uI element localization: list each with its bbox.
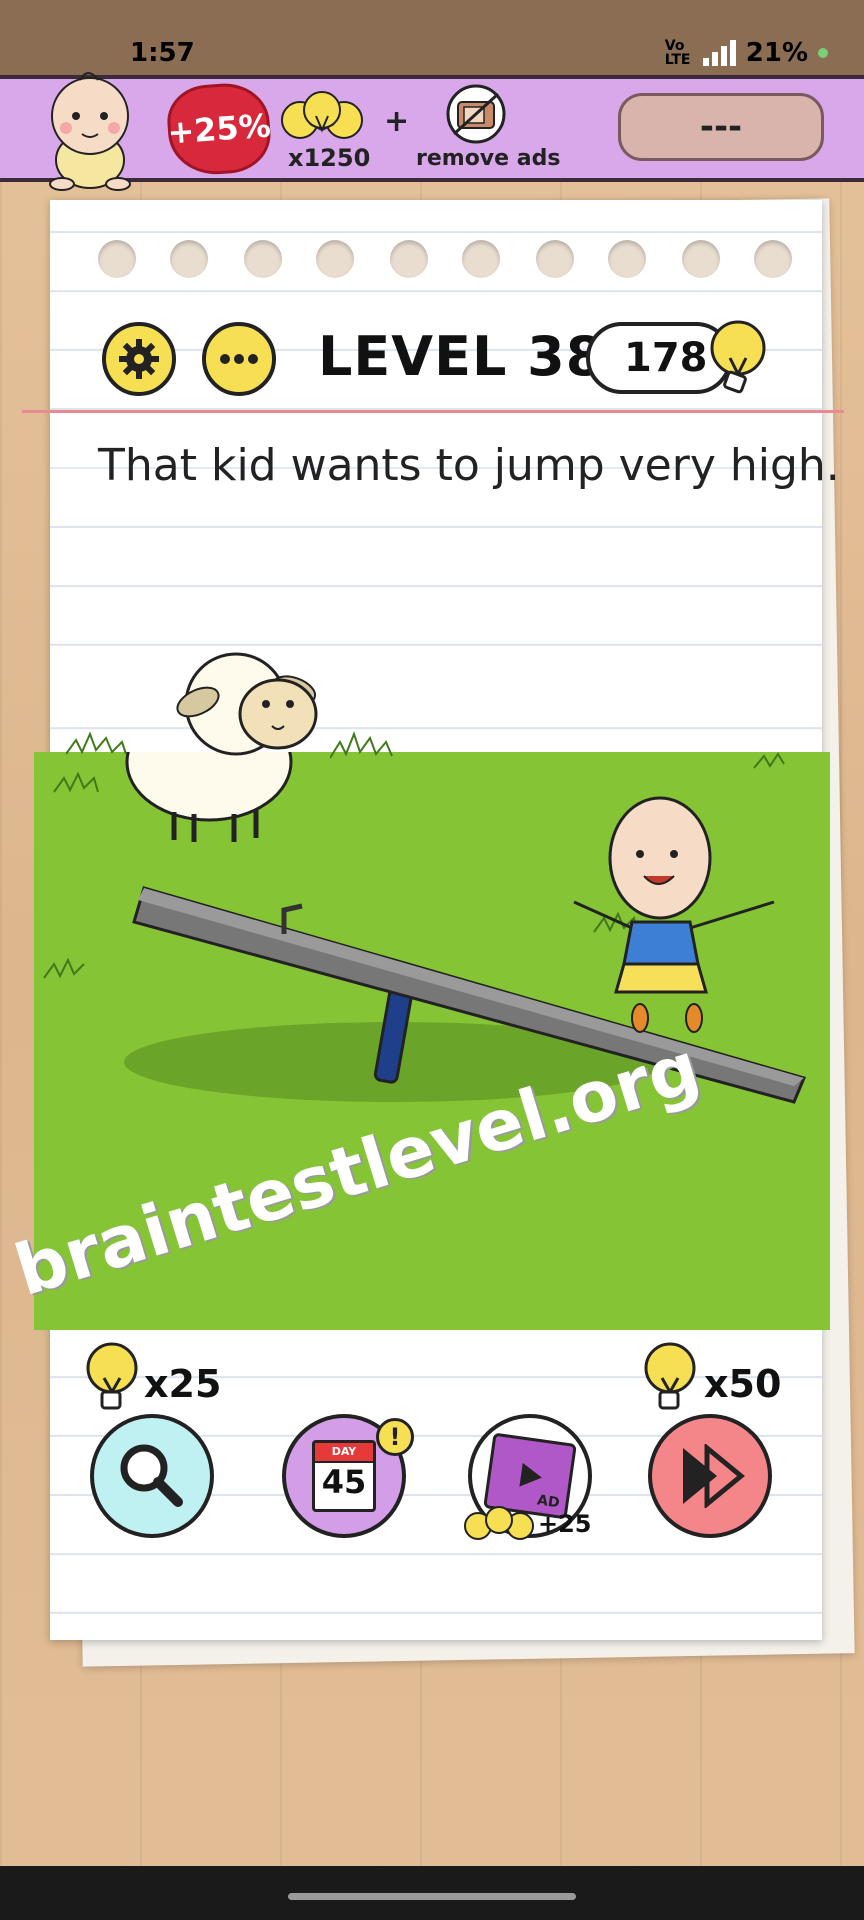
promo-price-button[interactable]: --- bbox=[618, 93, 824, 161]
plus-sign: + bbox=[384, 104, 410, 139]
paper-hole bbox=[316, 240, 354, 278]
paper-hole bbox=[98, 240, 136, 278]
kid bbox=[573, 796, 775, 1033]
alert-badge-icon: ! bbox=[376, 1418, 414, 1456]
grass-tuft bbox=[753, 752, 785, 769]
ad-label: AD bbox=[536, 1492, 561, 1512]
more-options-button[interactable] bbox=[202, 322, 276, 396]
search-cost: x25 bbox=[144, 1362, 222, 1406]
signal-icon bbox=[702, 40, 736, 66]
baby-mascot-icon bbox=[49, 72, 131, 191]
network-type: Vo LTE bbox=[664, 38, 691, 68]
magnifier-icon bbox=[120, 1444, 183, 1507]
paper-hole bbox=[608, 240, 646, 278]
lightbulb-icon bbox=[86, 1342, 138, 1410]
sheep-head bbox=[176, 652, 318, 756]
calendar-day-number: 45 bbox=[321, 1463, 367, 1501]
no-ads-tv-icon[interactable] bbox=[442, 84, 510, 144]
home-gesture-handle[interactable] bbox=[288, 1893, 576, 1900]
gear-icon bbox=[119, 339, 159, 379]
grass-tuft bbox=[53, 771, 99, 793]
paper-hole bbox=[390, 240, 428, 278]
paper-hole bbox=[170, 240, 208, 278]
calendar-day-label: DAY bbox=[315, 1443, 373, 1463]
grass-tuft bbox=[66, 731, 127, 755]
play-icon bbox=[519, 1462, 542, 1487]
bulb-pack-icon bbox=[281, 91, 363, 139]
paper-hole bbox=[462, 240, 500, 278]
settings-button[interactable] bbox=[102, 322, 176, 396]
search-hint-button[interactable] bbox=[90, 1414, 214, 1538]
hint-count: 178 bbox=[624, 335, 708, 381]
margin-line bbox=[22, 410, 844, 413]
skip-cost: x50 bbox=[704, 1362, 782, 1406]
remove-ads-label[interactable]: remove ads bbox=[416, 146, 560, 171]
grass-tuft bbox=[330, 731, 393, 759]
calendar-icon: DAY 45 bbox=[312, 1440, 376, 1512]
paper-hole bbox=[244, 240, 282, 278]
bulb-pack-count: x1250 bbox=[288, 144, 371, 172]
bulb-pack-icon bbox=[464, 1506, 534, 1540]
paper-hole bbox=[682, 240, 720, 278]
skip-level-button[interactable] bbox=[648, 1414, 772, 1538]
ad-reward: +25 bbox=[538, 1510, 592, 1538]
battery-percent: 21% bbox=[745, 38, 808, 68]
lightbulb-icon bbox=[710, 320, 766, 394]
privacy-dot-icon bbox=[818, 48, 828, 58]
more-dots-icon bbox=[220, 354, 258, 364]
grass-tuft bbox=[43, 957, 85, 979]
paper-hole bbox=[536, 240, 574, 278]
status-indicators: Vo LTE 21% bbox=[665, 38, 828, 68]
paper-hole bbox=[754, 240, 792, 278]
lightbulb-icon bbox=[644, 1342, 696, 1410]
question-text: That kid wants to jump very high. bbox=[98, 440, 840, 491]
skip-icon bbox=[683, 1444, 745, 1508]
